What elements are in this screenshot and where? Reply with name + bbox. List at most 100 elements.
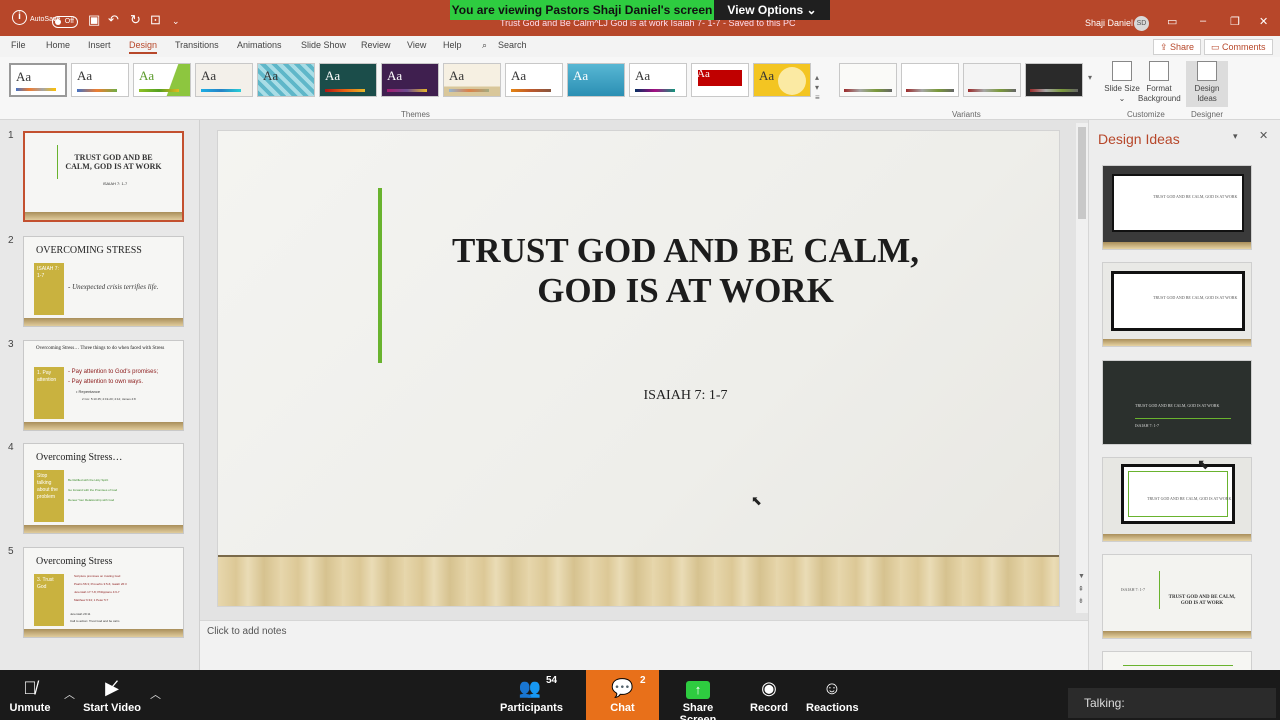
record-button[interactable]: ◉ Record bbox=[748, 670, 790, 720]
slide-size-icon bbox=[1112, 61, 1132, 81]
save-icon[interactable]: ▣ bbox=[88, 12, 100, 28]
slide-scrollbar[interactable]: ▼ ⇞ ⇟ bbox=[1076, 123, 1088, 613]
gallery-more-icon[interactable]: ≡ bbox=[815, 93, 820, 102]
tab-home[interactable]: Home bbox=[46, 40, 70, 50]
tab-help[interactable]: Help bbox=[443, 40, 462, 50]
slide-thumbnail-2[interactable]: OVERCOMING STRESS ISAIAH 7: 1-7 - Unexpe… bbox=[23, 236, 184, 327]
theme-vapor-trail[interactable]: Aa bbox=[691, 63, 749, 97]
share-screen-button[interactable]: ↑ Share Screen bbox=[666, 670, 730, 720]
previous-slide-icon[interactable]: ⇞ bbox=[1078, 585, 1084, 593]
notes-pane[interactable]: Click to add notes bbox=[200, 620, 1088, 670]
theme-view[interactable]: Aa bbox=[753, 63, 811, 97]
current-slide[interactable]: TRUST GOD AND BE CALM, GOD IS AT WORK IS… bbox=[218, 131, 1059, 606]
tab-view[interactable]: View bbox=[407, 40, 426, 50]
design-idea-5[interactable]: ISAIAH 7: 1-7 TRUST GOD AND BE CALM, GOD… bbox=[1102, 554, 1252, 639]
comments-button[interactable]: ▭ Comments bbox=[1204, 39, 1273, 55]
theme-office[interactable]: Aa bbox=[9, 63, 67, 97]
info-icon[interactable]: i bbox=[12, 10, 27, 25]
slide-size-button[interactable]: Slide Size ⌄ bbox=[1101, 61, 1143, 104]
ribbon-display-icon[interactable]: ▭ bbox=[1167, 15, 1177, 28]
tab-file[interactable]: File bbox=[11, 40, 26, 50]
view-options-button[interactable]: View Options ⌄ bbox=[714, 0, 830, 20]
reactions-icon: ☺ bbox=[822, 678, 842, 698]
slide-thumbnail-4[interactable]: Overcoming Stress… Stop talking about th… bbox=[23, 443, 184, 534]
tab-design[interactable]: Design bbox=[129, 40, 158, 54]
group-label-themes: Themes bbox=[401, 110, 430, 119]
tab-animations[interactable]: Animations bbox=[237, 40, 282, 50]
theme-wood-type[interactable]: Aa bbox=[443, 63, 501, 97]
variant-1[interactable] bbox=[839, 63, 897, 97]
theme-facet[interactable]: Aa bbox=[133, 63, 191, 97]
audio-options-caret-icon[interactable]: ︿ bbox=[64, 686, 75, 702]
design-ideas-icon bbox=[1197, 61, 1217, 81]
slide-subtitle[interactable]: ISAIAH 7: 1-7 bbox=[598, 388, 773, 404]
viewing-screen-message: You are viewing Pastors Shaji Daniel's s… bbox=[450, 0, 714, 20]
avatar[interactable]: SD bbox=[1134, 16, 1149, 31]
customize-qat-icon[interactable]: ⌄ bbox=[172, 16, 180, 27]
tab-slide-show[interactable]: Slide Show bbox=[301, 40, 346, 50]
theme-organic[interactable]: Aa bbox=[381, 63, 439, 97]
minimize-icon[interactable]: – bbox=[1200, 15, 1206, 27]
design-idea-2[interactable]: TRUST GOD AND BE CALM, GOD IS AT WORK bbox=[1102, 262, 1252, 347]
variant-4[interactable] bbox=[1025, 63, 1083, 97]
undo-icon[interactable]: ↶ bbox=[108, 12, 119, 28]
design-ideas-button[interactable]: Design Ideas bbox=[1186, 61, 1228, 107]
theme-savon[interactable]: Aa bbox=[567, 63, 625, 97]
slide-thumbnail-1[interactable]: TRUST GOD AND BE CALM, GOD IS AT WORK IS… bbox=[23, 131, 184, 222]
theme-ion[interactable]: Aa bbox=[319, 63, 377, 97]
mouse-cursor-icon: ⬉ bbox=[751, 493, 762, 508]
scroll-down-icon[interactable]: ▼ bbox=[1078, 573, 1085, 580]
user-name[interactable]: Shaji Daniel bbox=[1085, 18, 1133, 28]
slide-number: 3 bbox=[8, 339, 14, 350]
scrollbar-thumb[interactable] bbox=[1078, 127, 1086, 219]
close-icon[interactable]: ✕ bbox=[1259, 15, 1268, 28]
pane-options-icon[interactable]: ▾ bbox=[1233, 131, 1238, 142]
slide-number: 2 bbox=[8, 235, 14, 246]
search-icon[interactable]: ⌕ bbox=[482, 40, 487, 51]
search-box[interactable]: Search bbox=[498, 40, 527, 50]
share-button[interactable]: ⇪ Share bbox=[1153, 39, 1202, 55]
design-idea-3[interactable]: TRUST GOD AND BE CALM, GOD IS AT WORK IS… bbox=[1102, 360, 1252, 445]
autosave-toggle[interactable]: Off bbox=[52, 16, 78, 28]
start-video-button[interactable]: ▶̸ Start Video bbox=[82, 670, 142, 720]
video-options-caret-icon[interactable]: ︿ bbox=[150, 686, 161, 702]
reactions-button[interactable]: ☺ Reactions bbox=[806, 670, 859, 720]
present-icon[interactable]: ⊡ bbox=[150, 12, 161, 28]
slide-number: 5 bbox=[8, 546, 14, 557]
theme-integral[interactable]: Aa bbox=[195, 63, 253, 97]
unmute-button[interactable]: 🎙̸ Unmute bbox=[6, 670, 54, 720]
share-screen-icon: ↑ bbox=[666, 677, 730, 699]
theme-office-2[interactable]: Aa bbox=[71, 63, 129, 97]
gallery-up-icon[interactable]: ▴ bbox=[815, 73, 819, 82]
variant-3[interactable] bbox=[963, 63, 1021, 97]
slide-thumbnail-5[interactable]: Overcoming Stress 3. Trust God Scripture… bbox=[23, 547, 184, 638]
restore-icon[interactable]: ❐ bbox=[1230, 15, 1240, 28]
chat-button[interactable]: 💬 2 Chat bbox=[586, 670, 659, 720]
design-idea-4[interactable]: TRUST GOD AND BE CALM, GOD IS AT WORK bbox=[1102, 457, 1252, 542]
record-icon: ◉ bbox=[761, 678, 777, 698]
gallery-down-icon[interactable]: ▾ bbox=[815, 83, 819, 92]
tab-review[interactable]: Review bbox=[361, 40, 391, 50]
chat-count: 2 bbox=[640, 675, 646, 686]
pane-close-icon[interactable]: ✕ bbox=[1259, 129, 1268, 142]
muted-microphone-icon: 🎙̸ bbox=[23, 678, 37, 698]
theme-retrospect[interactable]: Aa bbox=[505, 63, 563, 97]
tab-transitions[interactable]: Transitions bbox=[175, 40, 219, 50]
participants-button[interactable]: 👥 54 Participants bbox=[500, 670, 563, 720]
next-slide-icon[interactable]: ⇟ bbox=[1078, 597, 1084, 605]
design-idea-1[interactable]: TRUST GOD AND BE CALM, GOD IS AT WORK bbox=[1102, 165, 1252, 250]
variants-more-icon[interactable]: ▾ bbox=[1088, 73, 1092, 82]
theme-slice[interactable]: Aa bbox=[629, 63, 687, 97]
design-ideas-title: Design Ideas bbox=[1098, 131, 1180, 147]
title-accent-line bbox=[378, 188, 382, 363]
slide-title[interactable]: TRUST GOD AND BE CALM, GOD IS AT WORK bbox=[398, 231, 973, 311]
chat-icon: 💬 bbox=[611, 678, 634, 698]
format-background-button[interactable]: Format Background bbox=[1138, 61, 1181, 104]
tab-insert[interactable]: Insert bbox=[88, 40, 111, 50]
redo-icon[interactable]: ↻ bbox=[130, 12, 141, 28]
variant-2[interactable] bbox=[901, 63, 959, 97]
theme-ion-boardroom[interactable]: Aa bbox=[257, 63, 315, 97]
wood-floor-graphic bbox=[218, 555, 1059, 606]
design-idea-6[interactable] bbox=[1102, 651, 1252, 670]
slide-thumbnail-3[interactable]: Overcoming Stress… Three things to do wh… bbox=[23, 340, 184, 431]
